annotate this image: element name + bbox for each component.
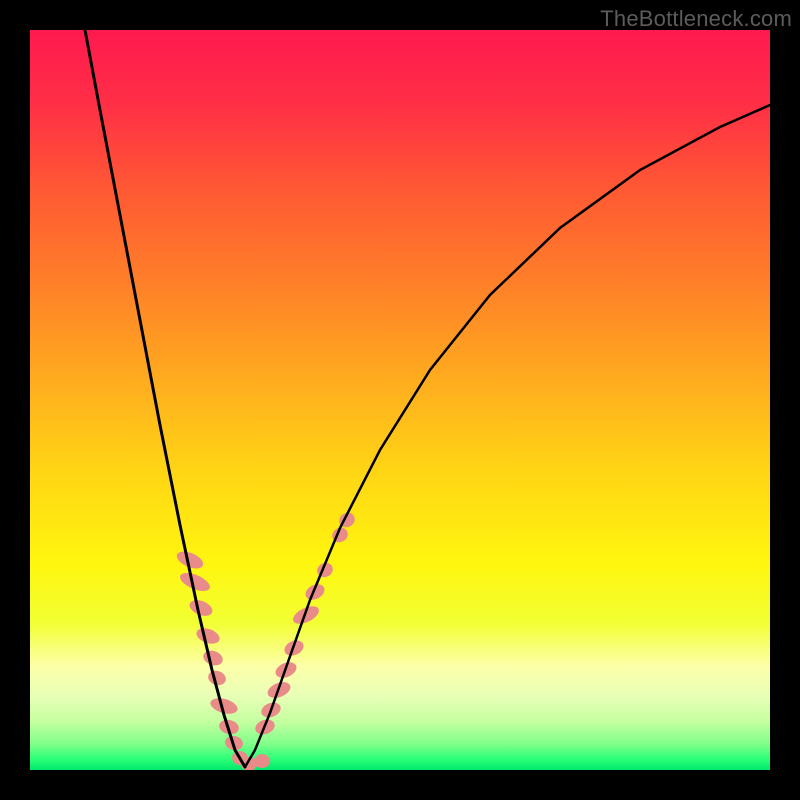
outer-frame: TheBottleneck.com xyxy=(0,0,800,800)
data-marker xyxy=(254,754,270,768)
curve-right-branch xyxy=(245,105,770,767)
curve-layer xyxy=(85,30,770,767)
watermark-text: TheBottleneck.com xyxy=(600,6,792,32)
data-marker xyxy=(303,581,327,603)
data-marker xyxy=(187,597,214,619)
data-marker xyxy=(194,625,221,646)
data-marker xyxy=(201,648,224,668)
plot-area xyxy=(30,30,770,770)
chart-svg xyxy=(30,30,770,770)
